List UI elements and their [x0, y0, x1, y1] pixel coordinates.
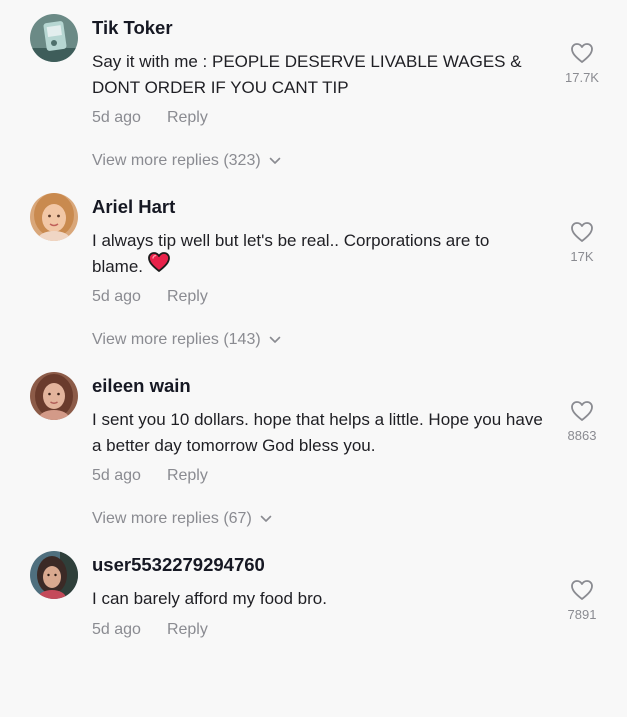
comment-meta: 5d ago Reply	[92, 288, 208, 306]
like-count: 7891	[567, 607, 597, 622]
chevron-down-icon	[269, 152, 281, 170]
like-button[interactable]: 17.7K	[561, 42, 603, 85]
reply-button[interactable]: Reply	[167, 288, 208, 305]
comment-text: I can barely afford my food bro.	[92, 589, 327, 608]
heart-outline-icon	[561, 579, 603, 606]
view-more-replies-button[interactable]: View more replies (143)	[92, 331, 281, 349]
heart-outline-icon	[561, 400, 603, 427]
comment-meta: 5d ago Reply	[92, 621, 208, 639]
chevron-down-icon	[260, 510, 272, 528]
heart-outline-icon	[561, 221, 603, 248]
comment-age: 5d ago	[92, 621, 141, 638]
view-more-replies-label: View more replies (143)	[92, 331, 261, 349]
comment-item: Tik Toker Say it with me : PEOPLE DESERV…	[0, 0, 627, 180]
like-button[interactable]: 17K	[561, 221, 603, 264]
comment-age: 5d ago	[92, 467, 141, 484]
comment-text: Say it with me : PEOPLE DESERVE LIVABLE …	[92, 52, 522, 97]
like-count: 17K	[570, 249, 594, 264]
comment-meta: 5d ago Reply	[92, 109, 208, 127]
reply-button[interactable]: Reply	[167, 467, 208, 484]
comment-username[interactable]: Tik Toker	[92, 17, 173, 39]
avatar[interactable]	[30, 551, 78, 599]
comment-age: 5d ago	[92, 288, 141, 305]
reply-button[interactable]: Reply	[167, 109, 208, 126]
comment-age: 5d ago	[92, 109, 141, 126]
comment-meta: 5d ago Reply	[92, 467, 208, 485]
view-more-replies-label: View more replies (67)	[92, 510, 252, 528]
view-more-replies-button[interactable]: View more replies (67)	[92, 510, 272, 528]
heart-emoji-icon	[147, 251, 171, 281]
view-more-replies-label: View more replies (323)	[92, 152, 261, 170]
comment-username[interactable]: eileen wain	[92, 375, 191, 397]
avatar[interactable]	[30, 14, 78, 62]
comment-item: Ariel Hart I always tip well but let's b…	[0, 179, 627, 359]
comment-username[interactable]: user5532279294760	[92, 554, 265, 576]
like-count: 17.7K	[565, 70, 599, 85]
avatar[interactable]	[30, 193, 78, 241]
like-button[interactable]: 7891	[561, 579, 603, 622]
comment-text: I always tip well but let's be real.. Co…	[92, 228, 542, 281]
comment-item: user5532279294760 I can barely afford my…	[0, 537, 627, 717]
comment-item: eileen wain I sent you 10 dollars. hope …	[0, 358, 627, 538]
heart-outline-icon	[561, 42, 603, 69]
avatar[interactable]	[30, 372, 78, 420]
view-more-replies-button[interactable]: View more replies (323)	[92, 152, 281, 170]
comment-text: I sent you 10 dollars. hope that helps a…	[92, 410, 543, 455]
like-button[interactable]: 8863	[561, 400, 603, 443]
chevron-down-icon	[269, 331, 281, 349]
like-count: 8863	[567, 428, 597, 443]
comment-username[interactable]: Ariel Hart	[92, 196, 175, 218]
reply-button[interactable]: Reply	[167, 621, 208, 638]
